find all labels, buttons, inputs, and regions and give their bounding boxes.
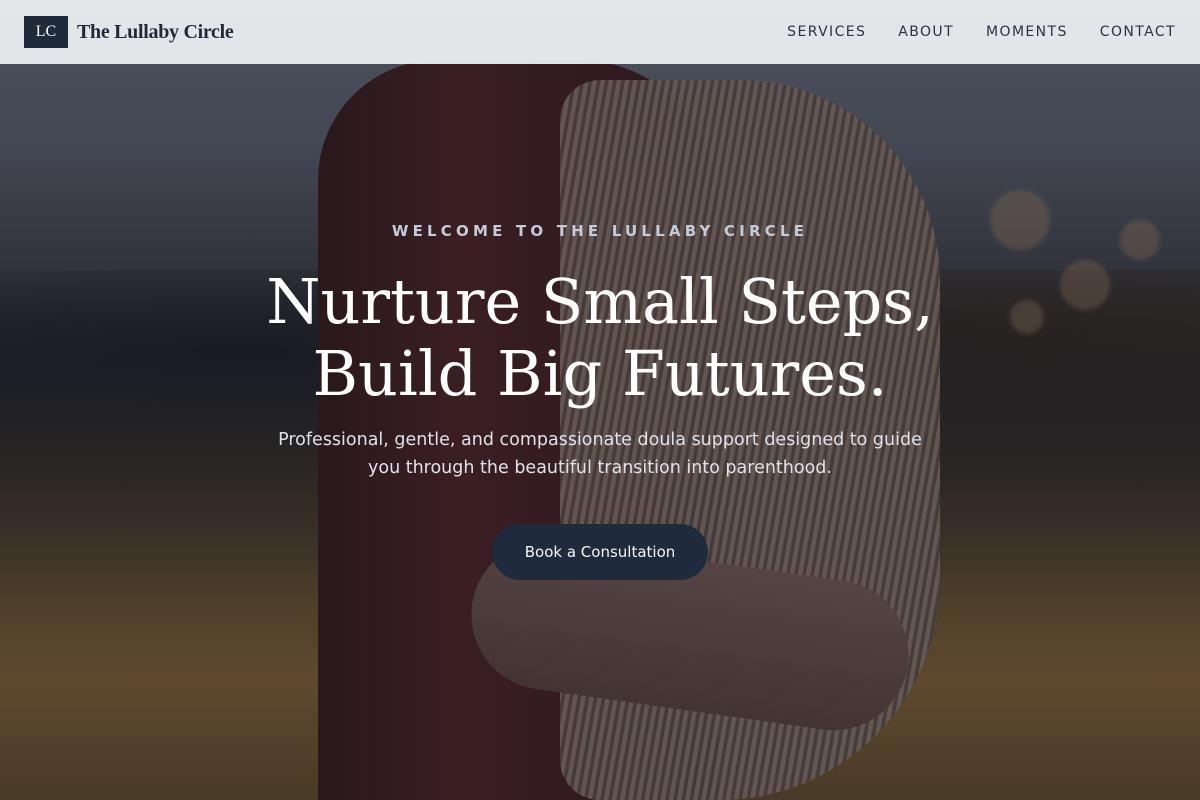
hero-headline-line-1: Nurture Small Steps, bbox=[266, 265, 934, 338]
hero-headline: Nurture Small Steps, Build Big Futures. bbox=[0, 266, 1200, 410]
brand-logo-link[interactable]: LC The Lullaby Circle bbox=[24, 16, 234, 48]
hero-content: WELCOME TO THE LULLABY CIRCLE Nurture Sm… bbox=[0, 222, 1200, 580]
hero-headline-line-2: Build Big Futures. bbox=[312, 337, 888, 410]
nav-link-contact[interactable]: CONTACT bbox=[1100, 24, 1176, 40]
brand-name: The Lullaby Circle bbox=[77, 20, 234, 43]
nav-link-services[interactable]: SERVICES bbox=[787, 24, 866, 40]
hero-eyebrow: WELCOME TO THE LULLABY CIRCLE bbox=[391, 222, 809, 240]
nav-link-about[interactable]: ABOUT bbox=[898, 24, 954, 40]
logo-mark: LC bbox=[24, 16, 68, 48]
site-header: LC The Lullaby Circle SERVICES ABOUT MOM… bbox=[0, 0, 1200, 64]
nav-link-moments[interactable]: MOMENTS bbox=[986, 24, 1068, 40]
book-consultation-button[interactable]: Book a Consultation bbox=[492, 524, 708, 580]
hero-subtext: Professional, gentle, and compassionate … bbox=[278, 430, 922, 478]
main-nav: SERVICES ABOUT MOMENTS CONTACT bbox=[787, 24, 1176, 40]
